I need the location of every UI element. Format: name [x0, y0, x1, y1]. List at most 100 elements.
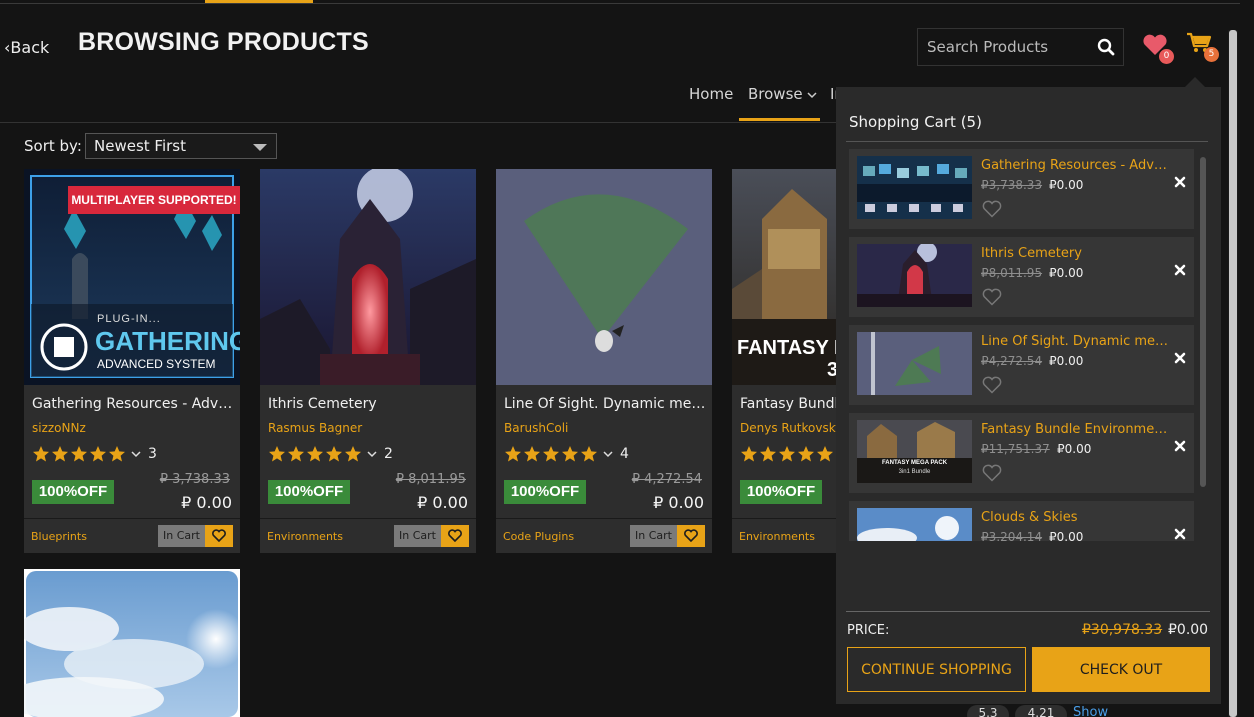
cart-item-price: ₽0.00 — [1057, 442, 1092, 456]
product-author[interactable]: BarushColi — [504, 421, 568, 435]
cart-item-thumbnail[interactable]: FANTASY MEGA PACK 3in1 Bundle — [857, 420, 972, 483]
cart-scrollbar-thumb[interactable] — [1200, 157, 1206, 487]
product-card[interactable]: Ithris Cemetery Rasmus Bagner 2 100%OFF … — [260, 169, 476, 553]
star-icon — [109, 446, 125, 462]
star-icon — [741, 446, 757, 462]
page-scrollbar[interactable] — [1228, 30, 1238, 717]
page-scrollbar-thumb[interactable] — [1229, 30, 1237, 717]
star-icon — [307, 446, 323, 462]
star-icon — [269, 446, 285, 462]
rating-stars[interactable] — [740, 444, 835, 464]
chevron-down-icon — [131, 451, 141, 458]
star-icon — [326, 446, 342, 462]
remove-item-icon[interactable] — [1173, 175, 1187, 189]
rating-stars[interactable]: 4 — [504, 444, 629, 464]
product-author[interactable]: Denys Rutkovsky — [740, 421, 842, 435]
cart-item-list[interactable]: Gathering Resources - Advanced System ₽3… — [849, 149, 1196, 541]
in-cart-button[interactable]: In Cart — [394, 525, 441, 547]
checkout-button[interactable]: CHECK OUT — [1032, 647, 1210, 692]
sale-price: ₽ 0.00 — [653, 493, 704, 512]
product-category[interactable]: Environments — [267, 530, 343, 543]
dropdown-caret-icon — [253, 144, 267, 151]
product-card[interactable]: Line Of Sight. Dynamic mesh. BarushColi … — [496, 169, 712, 553]
search-input[interactable] — [918, 29, 1093, 65]
cart-item[interactable]: Ithris Cemetery ₽8,011.95 ₽0.00 — [849, 237, 1194, 317]
original-price: ₽ 8,011.95 — [395, 472, 466, 487]
remove-item-icon[interactable] — [1173, 527, 1187, 541]
nav-browse[interactable]: Browse — [748, 85, 817, 103]
panel-pointer — [1185, 77, 1205, 87]
continue-shopping-button[interactable]: CONTINUE SHOPPING — [847, 647, 1026, 692]
sort-selected-value: Newest First — [94, 137, 186, 155]
product-category[interactable]: Code Plugins — [503, 530, 574, 543]
cart-item[interactable]: FANTASY MEGA PACK 3in1 Bundle Fantasy Bu… — [849, 413, 1194, 493]
original-price: ₽ 4,272.54 — [631, 472, 702, 487]
rating-stars[interactable]: 3 — [32, 444, 157, 464]
product-category[interactable]: Environments — [739, 530, 815, 543]
product-author[interactable]: Rasmus Bagner — [268, 421, 362, 435]
add-to-wishlist-button[interactable] — [677, 525, 705, 547]
add-to-wishlist-button[interactable] — [205, 525, 233, 547]
remove-item-icon[interactable] — [1173, 263, 1187, 277]
heart-outline-icon — [448, 529, 462, 542]
cart-item-thumbnail[interactable] — [857, 244, 972, 307]
page-title: BROWSING PRODUCTS — [78, 28, 369, 56]
cart-scrollbar[interactable] — [1200, 157, 1206, 487]
total-price: ₽0.00 — [1168, 622, 1209, 638]
cart-item[interactable]: Clouds & Skies ₽3,204.14 ₽0.00 — [849, 501, 1194, 541]
heart-outline-icon[interactable] — [982, 376, 1002, 394]
product-image[interactable]: MULTIPLAYER SUPPORTED! PLUG-IN... GATHER… — [24, 169, 240, 385]
product-image[interactable] — [260, 169, 476, 385]
product-name[interactable]: Line Of Sight. Dynamic mesh. — [504, 396, 708, 412]
star-icon — [90, 446, 106, 462]
star-icon — [524, 446, 540, 462]
search-icon[interactable] — [1097, 38, 1115, 56]
heart-outline-icon[interactable] — [982, 464, 1002, 482]
cart-item[interactable]: Gathering Resources - Advanced System ₽3… — [849, 149, 1194, 229]
cart-item-name[interactable]: Ithris Cemetery — [981, 246, 1171, 261]
product-card[interactable]: MULTIPLAYER SUPPORTED! PLUG-IN... GATHER… — [24, 169, 240, 553]
sort-select[interactable]: Newest First — [85, 133, 277, 159]
remove-item-icon[interactable] — [1173, 439, 1187, 453]
product-image[interactable] — [496, 169, 712, 385]
sale-price: ₽ 0.00 — [417, 493, 468, 512]
show-link[interactable]: Show — [1073, 705, 1108, 717]
rating-stars[interactable]: 2 — [268, 444, 393, 464]
nav-home[interactable]: Home — [689, 85, 733, 103]
back-label: Back — [10, 38, 50, 57]
cart-item-name[interactable]: Line Of Sight. Dynamic mesh. — [981, 334, 1171, 349]
search-box — [917, 28, 1124, 66]
product-name[interactable]: Gathering Resources - Advanced System — [32, 396, 236, 412]
cart-button[interactable]: 5 — [1186, 32, 1219, 62]
product-name[interactable]: Ithris Cemetery — [268, 396, 472, 412]
heart-outline-icon[interactable] — [982, 288, 1002, 306]
cart-item-name[interactable]: Fantasy Bundle Environment Mega Pack — [981, 422, 1171, 437]
product-author[interactable]: sizzoNNz — [32, 421, 86, 435]
product-category[interactable]: Blueprints — [31, 530, 87, 543]
remove-item-icon[interactable] — [1173, 351, 1187, 365]
cart-item-thumbnail[interactable] — [857, 332, 972, 395]
card-divider — [24, 518, 240, 519]
card-divider — [260, 518, 476, 519]
star-icon — [817, 446, 833, 462]
wishlist-count-badge: 0 — [1159, 49, 1174, 64]
logo-text-advanced: ADVANCED SYSTEM — [97, 357, 216, 371]
cart-item-name[interactable]: Clouds & Skies — [981, 510, 1171, 525]
product-image[interactable] — [24, 569, 240, 717]
heart-outline-icon[interactable] — [982, 200, 1002, 218]
cart-item[interactable]: Line Of Sight. Dynamic mesh. ₽4,272.54 ₽… — [849, 325, 1194, 405]
star-icon — [581, 446, 597, 462]
star-icon — [52, 446, 68, 462]
back-link[interactable]: ‹Back — [4, 38, 49, 57]
cart-item-name[interactable]: Gathering Resources - Advanced System — [981, 158, 1171, 173]
add-to-wishlist-button[interactable] — [441, 525, 469, 547]
sale-price: ₽ 0.00 — [181, 493, 232, 512]
star-icon — [798, 446, 814, 462]
cart-divider — [846, 141, 1208, 142]
in-cart-button[interactable]: In Cart — [630, 525, 677, 547]
cart-item-thumbnail[interactable] — [857, 156, 972, 219]
cart-item-thumbnail[interactable] — [857, 508, 972, 541]
in-cart-button[interactable]: In Cart — [158, 525, 205, 547]
cart-title: Shopping Cart (5) — [849, 113, 982, 131]
wishlist-button[interactable]: 0 — [1142, 34, 1174, 64]
